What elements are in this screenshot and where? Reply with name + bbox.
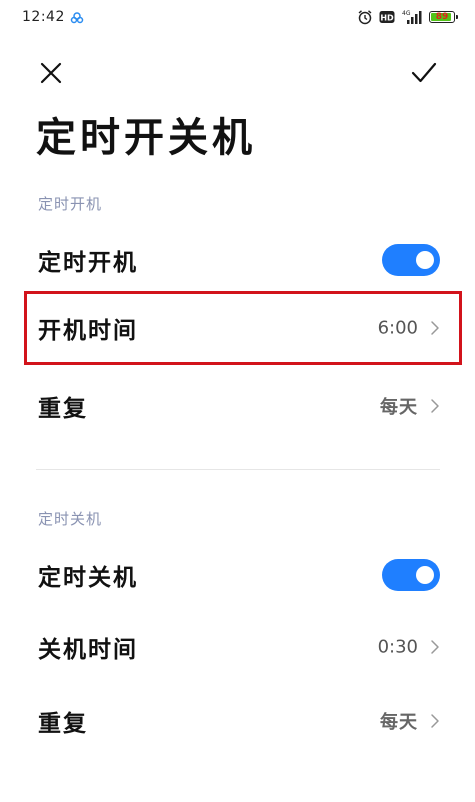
power-on-repeat-label: 重复 (38, 395, 88, 422)
status-bar: 12:42 HD 4G 89 (0, 0, 475, 38)
power-on-repeat-value: 每天 (380, 397, 418, 418)
status-icons: HD 4G 89 (357, 9, 458, 25)
chevron-right-icon (431, 640, 439, 654)
power-off-time-value: 0:30 (377, 636, 418, 658)
confirm-button[interactable] (407, 56, 441, 90)
power-off-repeat-label: 重复 (38, 710, 88, 737)
close-icon (40, 62, 62, 84)
power-on-time-row[interactable]: 开机时间 6:00 (24, 292, 462, 364)
chevron-right-icon (431, 321, 439, 335)
power-on-repeat-row[interactable]: 重复 每天 (24, 370, 462, 442)
check-icon (411, 62, 437, 83)
power-off-repeat-value: 每天 (380, 712, 418, 733)
network-label: 4G (402, 10, 411, 17)
battery-icon: 89 (429, 11, 458, 23)
chevron-right-icon (431, 714, 439, 728)
power-off-repeat-row[interactable]: 重复 每天 (24, 685, 462, 757)
battery-level: 89 (435, 12, 449, 22)
cloud-icon (70, 12, 84, 24)
power-on-time-label: 开机时间 (38, 317, 138, 344)
signal-icon: 4G (402, 10, 422, 24)
page-title: 定时开关机 (36, 114, 256, 161)
power-on-toggle-label: 定时开机 (38, 249, 138, 276)
power-off-time-row[interactable]: 关机时间 0:30 (24, 611, 462, 683)
section-header-power-on: 定时开机 (38, 195, 103, 213)
power-off-toggle-switch[interactable] (382, 559, 440, 591)
power-on-toggle-row[interactable]: 定时开机 (24, 224, 462, 296)
alarm-icon (358, 10, 372, 25)
hd-icon: HD (379, 11, 395, 23)
toggle-knob (416, 251, 434, 269)
power-off-toggle-label: 定时关机 (38, 564, 138, 591)
power-on-toggle-switch[interactable] (382, 244, 440, 276)
section-header-power-off: 定时关机 (38, 510, 103, 528)
status-time: 12:42 (22, 9, 65, 25)
power-on-time-value: 6:00 (377, 317, 418, 339)
close-button[interactable] (34, 56, 68, 90)
power-off-toggle-row[interactable]: 定时关机 (24, 539, 462, 611)
svg-text:HD: HD (380, 14, 394, 23)
chevron-right-icon (431, 399, 439, 413)
toggle-knob (416, 566, 434, 584)
section-divider (36, 469, 440, 470)
power-off-time-label: 关机时间 (38, 636, 138, 663)
